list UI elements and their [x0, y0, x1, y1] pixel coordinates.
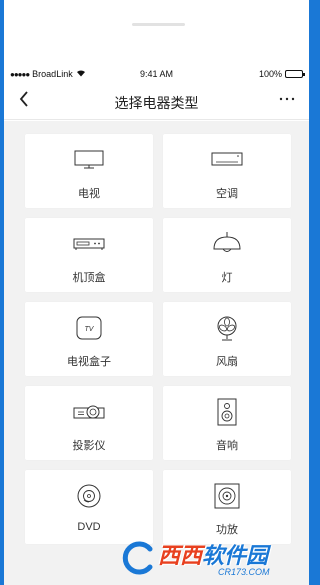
app-screen: ●●●●● BroadLink 9:41 AM 100% 选择电器类型 电视 空…: [4, 0, 309, 585]
device-label: 机顶盒: [72, 272, 106, 284]
watermark-text: 西西软件园 CR173.COM: [158, 543, 270, 578]
device-tile-lamp[interactable]: 灯: [163, 218, 291, 292]
fan-icon: [163, 315, 291, 341]
device-tile-tv-box[interactable]: TV 电视盒子: [25, 302, 153, 376]
device-tile-speaker[interactable]: 音响: [163, 386, 291, 460]
device-type-grid: 电视 空调 机顶盒 灯 TV 电视盒子 风扇 投影仪 音响 DVD 功放: [4, 121, 309, 585]
amplifier-icon: [163, 483, 291, 509]
device-tile-dvd[interactable]: DVD: [25, 470, 153, 544]
device-label: 风扇: [216, 356, 238, 368]
device-tile-set-top-box[interactable]: 机顶盒: [25, 218, 153, 292]
sheet-header: [4, 0, 309, 64]
tv-box-icon-text: TV: [85, 326, 95, 333]
sheet-grabber[interactable]: [132, 23, 185, 26]
device-tile-projector[interactable]: 投影仪: [25, 386, 153, 460]
battery-icon: [285, 70, 305, 78]
air-conditioner-icon: [163, 147, 291, 173]
status-bar: ●●●●● BroadLink 9:41 AM 100%: [4, 66, 309, 82]
dvd-icon: [25, 483, 153, 509]
nav-bar: 选择电器类型: [4, 84, 309, 120]
carrier-name: BroadLink: [32, 69, 73, 79]
watermark-main: 西西软件园: [158, 543, 269, 568]
device-label: 电视: [78, 188, 100, 200]
watermark-sub: CR173.COM: [218, 567, 270, 577]
device-tile-air-conditioner[interactable]: 空调: [163, 134, 291, 208]
set-top-box-icon: [25, 231, 153, 257]
signal-dots: ●●●●●: [10, 69, 30, 79]
status-right: 100%: [258, 69, 305, 79]
tv-box-icon: TV: [25, 315, 153, 341]
device-label: DVD: [77, 521, 101, 533]
battery-percent: 100%: [258, 69, 282, 79]
device-tile-tv[interactable]: 电视: [25, 134, 153, 208]
watermark-c-icon: [122, 541, 156, 581]
device-label: 空调: [216, 188, 238, 200]
status-time: 9:41 AM: [140, 69, 174, 79]
device-tile-amplifier[interactable]: 功放: [163, 470, 291, 544]
speaker-icon: [163, 398, 291, 426]
more-horizontal-icon[interactable]: [279, 89, 295, 112]
device-label: 投影仪: [72, 440, 106, 452]
device-label: 音响: [216, 440, 238, 452]
device-label: 灯: [221, 272, 233, 284]
device-label: 电视盒子: [67, 356, 111, 368]
device-tile-fan[interactable]: 风扇: [163, 302, 291, 376]
device-label: 功放: [216, 524, 238, 536]
tv-icon: [25, 147, 153, 173]
page-title: 选择电器类型: [114, 95, 199, 111]
watermark-logo: 西西软件园 CR173.COM: [122, 541, 294, 581]
lamp-icon: [163, 231, 291, 257]
wifi-icon: [76, 69, 86, 79]
status-left: ●●●●● BroadLink: [10, 69, 86, 79]
projector-icon: [25, 399, 153, 425]
